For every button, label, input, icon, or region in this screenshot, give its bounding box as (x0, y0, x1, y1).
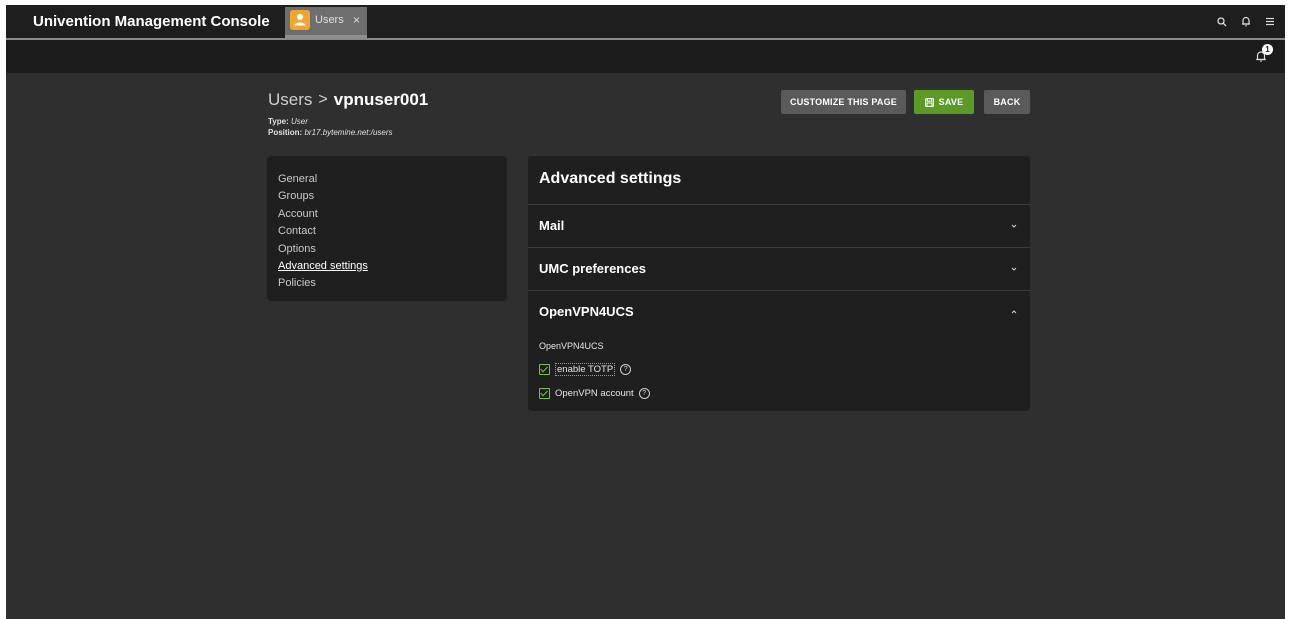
bell-icon[interactable] (1239, 15, 1253, 29)
position-value: br17.bytemine.net:/users (304, 128, 393, 137)
advanced-settings-panel: Advanced settings Mail UMC preferences O… (528, 156, 1030, 411)
openvpn-account-checkbox[interactable] (539, 388, 550, 399)
sidebar-item-general[interactable]: General (278, 171, 507, 188)
section-openvpn4ucs-label: OpenVPN4UCS (539, 304, 634, 319)
object-position: Position: br17.bytemine.net:/users (268, 128, 393, 137)
breadcrumb: Users > vpnuser001 (268, 90, 428, 110)
top-header: Univention Management Console Users × (6, 5, 1285, 38)
app-title: Univention Management Console (33, 13, 270, 30)
tab-users[interactable]: Users × (285, 7, 367, 38)
section-umc-preferences-label: UMC preferences (539, 261, 646, 276)
notification-bar: 1 (6, 40, 1285, 73)
search-icon[interactable] (1215, 15, 1229, 29)
customize-page-button[interactable]: CUSTOMIZE THIS PAGE (781, 90, 906, 114)
menu-icon[interactable] (1263, 15, 1277, 29)
enable-totp-checkbox[interactable] (539, 364, 550, 375)
enable-totp-label[interactable]: enable TOTP (555, 363, 616, 376)
notifications-bell-icon[interactable]: 1 (1255, 44, 1273, 64)
save-button[interactable]: SAVE (914, 90, 974, 114)
help-icon[interactable]: ? (620, 364, 632, 375)
user-icon (290, 10, 310, 30)
position-label: Position: (268, 128, 303, 137)
object-type: Type: User (268, 117, 308, 126)
side-navigation: General Groups Account Contact Options A… (267, 156, 507, 301)
openvpn-account-label[interactable]: OpenVPN account (555, 388, 634, 399)
sidebar-item-advanced-settings[interactable]: Advanced settings (278, 258, 507, 275)
breadcrumb-parent[interactable]: Users (268, 90, 312, 110)
sidebar-item-account[interactable]: Account (278, 206, 507, 223)
save-icon (924, 97, 934, 107)
breadcrumb-separator: > (318, 91, 328, 108)
chevron-down-icon (1011, 267, 1017, 271)
help-icon[interactable]: ? (638, 388, 650, 399)
breadcrumb-current: vpnuser001 (333, 90, 429, 109)
section-mail-label: Mail (539, 218, 565, 233)
back-button[interactable]: BACK (984, 90, 1030, 114)
sidebar-item-policies[interactable]: Policies (278, 275, 507, 292)
enable-totp-row: enable TOTP ? (539, 363, 632, 376)
section-openvpn4ucs[interactable]: OpenVPN4UCS (528, 290, 1030, 333)
tab-label: Users (315, 14, 344, 26)
chevron-down-icon (1011, 224, 1017, 228)
chevron-up-icon (1011, 310, 1017, 314)
panel-title: Advanced settings (539, 170, 682, 187)
sidebar-item-contact[interactable]: Contact (278, 223, 507, 240)
sidebar-item-groups[interactable]: Groups (278, 188, 507, 205)
section-mail[interactable]: Mail (528, 204, 1030, 247)
type-label: Type: (268, 117, 289, 126)
app-frame: Univention Management Console Users × 1 … (6, 5, 1285, 619)
section-umc-preferences[interactable]: UMC preferences (528, 247, 1030, 290)
header-actions (1215, 5, 1277, 38)
tab-close-button[interactable]: × (353, 7, 360, 34)
save-button-label: SAVE (938, 97, 964, 107)
notification-count-badge: 1 (1262, 44, 1273, 55)
sidebar-item-options[interactable]: Options (278, 241, 507, 258)
openvpn-account-row: OpenVPN account ? (539, 388, 650, 399)
type-value: User (290, 117, 308, 126)
openvpn-group-label: OpenVPN4UCS (539, 341, 604, 351)
